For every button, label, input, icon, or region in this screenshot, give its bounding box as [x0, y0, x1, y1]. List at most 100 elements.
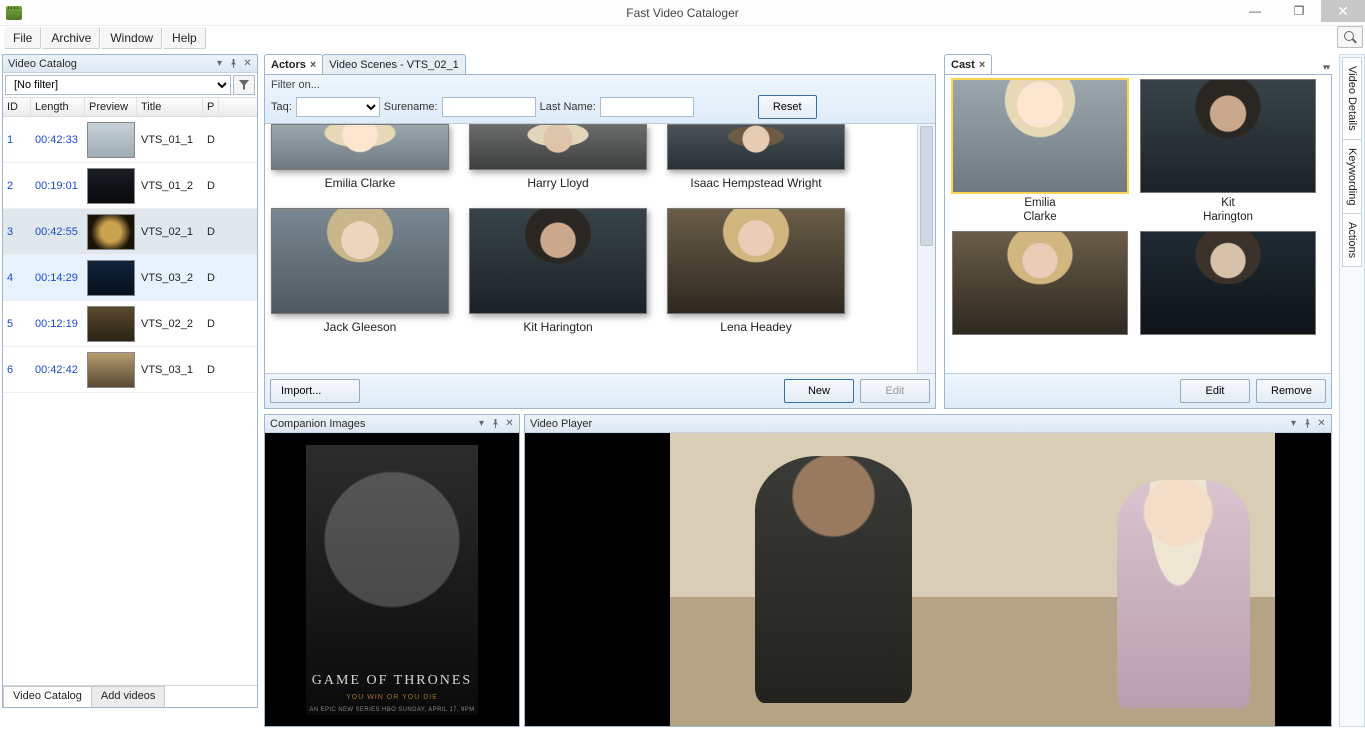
maximize-button[interactable]: ❐	[1277, 0, 1321, 22]
cast-name: EmiliaClarke	[1023, 196, 1056, 225]
cell-id: 3	[3, 226, 31, 238]
search-icon	[1344, 31, 1356, 43]
actor-card[interactable]: Emilia Clarke	[271, 124, 449, 190]
menu-file[interactable]: File	[4, 27, 41, 49]
poster-subtitle: YOU WIN OR YOU DIE	[306, 694, 478, 701]
cast-bottom-bar: Edit Remove	[945, 373, 1331, 408]
cell-p: D	[203, 226, 219, 238]
cast-tabs-dropdown-icon[interactable]: ▾	[1318, 60, 1332, 74]
companion-close-icon[interactable]: ✕	[503, 417, 516, 430]
remove-cast-button[interactable]: Remove	[1256, 379, 1326, 403]
actors-filter-bar: Filter on... Taq: Surename: Last Name: R…	[265, 75, 935, 124]
companion-poster: GAME OF THRONES YOU WIN OR YOU DIE AN EP…	[306, 445, 478, 715]
menu-archive[interactable]: Archive	[42, 27, 100, 49]
cell-length: 00:19:01	[31, 180, 85, 192]
actors-bottom-bar: Import... New Edit	[265, 373, 935, 408]
actor-card[interactable]: Jack Gleeson	[271, 208, 449, 334]
catalog-filter-select[interactable]: [No filter]	[5, 75, 231, 95]
cast-card[interactable]: KitHarington	[1137, 79, 1319, 225]
catalog-row[interactable]: 200:19:01VTS_01_2D	[3, 163, 257, 209]
actors-scroll[interactable]: Emilia Clarke Harry Lloyd Isaac Hempstead …	[265, 124, 917, 373]
reset-button[interactable]: Reset	[758, 95, 817, 119]
actor-card[interactable]: Lena Headey	[667, 208, 845, 334]
thumbnail-image	[87, 352, 135, 388]
col-title[interactable]: Title	[137, 98, 203, 116]
tab-cast[interactable]: Cast ×	[944, 54, 992, 74]
cast-card[interactable]: EmiliaClarke	[949, 79, 1131, 225]
catalog-row[interactable]: 300:42:55VTS_02_1D	[3, 209, 257, 255]
cast-image	[1140, 79, 1316, 193]
vplayer-close-icon[interactable]: ✕	[1315, 417, 1328, 430]
cell-length: 00:42:42	[31, 364, 85, 376]
edit-cast-button[interactable]: Edit	[1180, 379, 1250, 403]
cell-preview	[85, 258, 137, 298]
titlebar: Fast Video Cataloger — ❐ ✕	[0, 0, 1365, 26]
menu-window[interactable]: Window	[101, 27, 162, 49]
companion-pin-icon[interactable]	[489, 417, 502, 430]
catalog-row[interactable]: 600:42:42VTS_03_1D	[3, 347, 257, 393]
col-p[interactable]: P	[203, 98, 219, 116]
cast-image	[952, 231, 1128, 335]
window-controls: — ❐ ✕	[1233, 0, 1365, 22]
actors-grid: Emilia Clarke Harry Lloyd Isaac Hempstead …	[265, 124, 935, 373]
col-id[interactable]: ID	[3, 98, 31, 116]
catalog-row[interactable]: 500:12:19VTS_02_2D	[3, 301, 257, 347]
actor-card[interactable]: Harry Lloyd	[469, 124, 647, 190]
catalog-row[interactable]: 400:14:29VTS_03_2D	[3, 255, 257, 301]
close-button[interactable]: ✕	[1321, 0, 1365, 22]
tag-select[interactable]	[296, 97, 380, 117]
col-preview[interactable]: Preview	[85, 98, 137, 116]
import-button[interactable]: Import...	[270, 379, 360, 403]
vtab-keywording[interactable]: Keywording	[1342, 139, 1362, 214]
actor-card[interactable]: Kit Harington	[469, 208, 647, 334]
col-length[interactable]: Length	[31, 98, 85, 116]
tab-scenes-label: Video Scenes - VTS_02_1	[329, 59, 458, 71]
tab-video-catalog[interactable]: Video Catalog	[3, 686, 92, 707]
surname-label: Surename:	[384, 101, 438, 113]
catalog-filter-button[interactable]	[233, 75, 255, 95]
search-button[interactable]	[1337, 26, 1363, 48]
actor-card[interactable]: Isaac Hempstead Wright	[667, 124, 845, 190]
video-player-header: Video Player ▾ ✕	[525, 415, 1331, 433]
cast-image	[952, 79, 1128, 193]
video-surface[interactable]	[525, 433, 1331, 726]
thumbnail-image	[87, 306, 135, 342]
cast-card[interactable]	[949, 231, 1131, 335]
actor-name: Lena Headey	[720, 320, 791, 334]
surname-input[interactable]	[442, 97, 536, 117]
panel-dropdown-icon[interactable]: ▾	[213, 57, 226, 70]
actor-name: Harry Lloyd	[527, 176, 588, 190]
vtab-video-details[interactable]: Video Details	[1342, 57, 1362, 140]
lastname-input[interactable]	[600, 97, 694, 117]
panel-pin-icon[interactable]	[227, 57, 240, 70]
catalog-table: ID Length Preview Title P 100:42:33VTS_0…	[3, 98, 257, 707]
window-title: Fast Video Cataloger	[626, 6, 739, 20]
cell-title: VTS_01_2	[137, 180, 203, 192]
menu-help[interactable]: Help	[163, 27, 206, 49]
cell-p: D	[203, 318, 219, 330]
tab-video-scenes[interactable]: Video Scenes - VTS_02_1	[322, 54, 465, 74]
vplayer-dropdown-icon[interactable]: ▾	[1287, 417, 1300, 430]
catalog-row[interactable]: 100:42:33VTS_01_1D	[3, 117, 257, 163]
cell-length: 00:42:33	[31, 134, 85, 146]
tab-actors-close-icon[interactable]: ×	[310, 59, 316, 71]
panel-close-icon[interactable]: ✕	[241, 57, 254, 70]
actor-name: Jack Gleeson	[324, 320, 397, 334]
video-catalog-title: Video Catalog	[6, 58, 212, 70]
tab-add-videos[interactable]: Add videos	[91, 686, 165, 707]
tab-actors[interactable]: Actors ×	[264, 54, 323, 74]
video-catalog-panel: Video Catalog ▾ ✕ [No filter] ID Length …	[2, 54, 258, 708]
actor-image	[667, 208, 845, 314]
cell-preview	[85, 350, 137, 390]
vtab-actions[interactable]: Actions	[1342, 213, 1362, 267]
new-button[interactable]: New	[784, 379, 854, 403]
companion-dropdown-icon[interactable]: ▾	[475, 417, 488, 430]
edit-actors-button[interactable]: Edit	[860, 379, 930, 403]
companion-image-area[interactable]: GAME OF THRONES YOU WIN OR YOU DIE AN EP…	[265, 433, 519, 726]
cast-card[interactable]	[1137, 231, 1319, 335]
actors-scrollbar[interactable]	[917, 124, 935, 373]
tab-cast-label: Cast	[951, 59, 975, 71]
vplayer-pin-icon[interactable]	[1301, 417, 1314, 430]
minimize-button[interactable]: —	[1233, 0, 1277, 22]
tab-cast-close-icon[interactable]: ×	[979, 59, 985, 71]
